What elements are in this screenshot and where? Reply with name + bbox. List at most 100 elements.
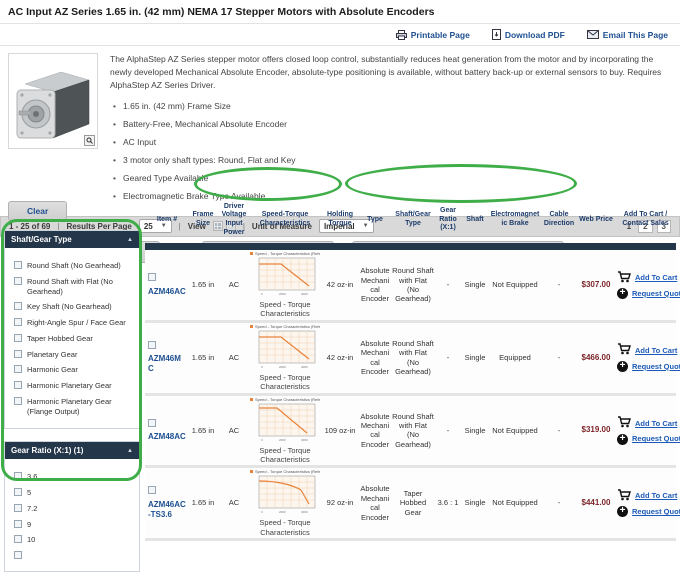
filter-option[interactable]: 5 bbox=[14, 488, 135, 498]
filter-option[interactable]: Right-Angle Spur / Face Gear bbox=[14, 318, 135, 328]
shaft-gear-type-value: Round Shaft with Flat (No Gearhead) bbox=[391, 338, 435, 378]
col-shaft-gear-type: Shaft/Gear Type bbox=[391, 210, 435, 230]
filter-header-shaft-gear-type[interactable]: Shaft/Gear Type ▲ bbox=[5, 231, 139, 248]
item-number-link[interactable]: AZM46AC bbox=[148, 287, 186, 297]
speed-torque-chart[interactable]: Speed - Torque Characteristics (Referenc… bbox=[250, 251, 320, 319]
plus-icon: + bbox=[617, 506, 628, 517]
col-item: Item # bbox=[145, 215, 187, 226]
image-zoom-icon[interactable] bbox=[84, 135, 95, 146]
chart-caption[interactable]: Speed - Torque Characteristics bbox=[250, 373, 320, 392]
filter-option[interactable]: 9 bbox=[14, 520, 135, 530]
add-to-cart-link[interactable]: Add To Cart bbox=[635, 273, 677, 282]
chart-caption[interactable]: Speed - Torque Characteristics bbox=[250, 518, 320, 537]
row-checkbox[interactable] bbox=[148, 341, 156, 349]
request-quote-link[interactable]: Request Quote bbox=[632, 289, 680, 298]
type-value: Absolute Mechanical Encoder bbox=[359, 411, 391, 451]
filter-option[interactable]: Taper Hobbed Gear bbox=[14, 334, 135, 344]
utility-links-bar: Printable Page Download PDF Email This P… bbox=[0, 23, 680, 46]
stepper-motor-illustration bbox=[9, 54, 97, 148]
web-price-value: $441.00 bbox=[577, 497, 615, 509]
speed-torque-chart[interactable]: Speed - Torque Characteristics (Referenc… bbox=[250, 469, 320, 537]
shaft-gear-type-value: Taper Hobbed Gear bbox=[391, 488, 435, 518]
checkbox[interactable] bbox=[14, 350, 22, 358]
checkbox[interactable] bbox=[14, 261, 22, 269]
speed-torque-chart[interactable]: Speed - Torque Characteristics (Referenc… bbox=[250, 397, 320, 465]
add-to-cart-link[interactable]: Add To Cart bbox=[635, 491, 677, 500]
checkbox[interactable] bbox=[14, 488, 22, 496]
product-overview: The AlphaStep AZ Series stepper motor of… bbox=[0, 46, 680, 213]
checkbox[interactable] bbox=[14, 334, 22, 342]
checkbox[interactable] bbox=[14, 381, 22, 389]
filter-option[interactable]: 7.2 bbox=[14, 504, 135, 514]
speed-torque-thumbnail: 020004000 bbox=[251, 474, 319, 516]
row-checkbox[interactable] bbox=[148, 273, 156, 281]
add-to-cart-link[interactable]: Add To Cart bbox=[635, 346, 677, 355]
checkbox[interactable] bbox=[14, 277, 22, 285]
web-price-value: $307.00 bbox=[577, 279, 615, 291]
legend-swatch bbox=[250, 325, 253, 328]
product-image[interactable] bbox=[8, 53, 98, 149]
item-number-link[interactable]: AZM48AC bbox=[148, 432, 186, 442]
request-quote-link[interactable]: Request Quote bbox=[632, 434, 680, 443]
cart-icon bbox=[617, 489, 631, 503]
cart-icon bbox=[617, 343, 631, 357]
svg-text:2000: 2000 bbox=[279, 365, 286, 369]
envelope-icon bbox=[587, 30, 599, 39]
checkbox[interactable] bbox=[14, 318, 22, 326]
chart-caption[interactable]: Speed - Torque Characteristics bbox=[250, 300, 320, 319]
speed-torque-chart[interactable]: Speed - Torque Characteristics (Referenc… bbox=[250, 324, 320, 392]
brake-value: Not Equipped bbox=[489, 279, 541, 290]
checkbox[interactable] bbox=[14, 551, 22, 559]
checkbox[interactable] bbox=[14, 535, 22, 543]
item-number-link[interactable]: AZM46AC-TS3.6 bbox=[148, 500, 186, 520]
shaft-value: Single bbox=[461, 352, 489, 363]
filter-header-gear-ratio[interactable]: Gear Ratio (X:1) (1) ▲ bbox=[5, 442, 139, 459]
filter-option[interactable]: Harmonic Planetary Gear bbox=[14, 381, 135, 391]
add-to-cart-link[interactable]: Add To Cart bbox=[635, 419, 677, 428]
email-page-link[interactable]: Email This Page bbox=[587, 29, 668, 40]
item-number-link[interactable]: AZM46MC bbox=[148, 354, 186, 374]
checkbox[interactable] bbox=[14, 302, 22, 310]
printable-page-link[interactable]: Printable Page bbox=[396, 29, 470, 40]
gear-ratio-value: - bbox=[435, 425, 461, 436]
filter-option[interactable]: Round Shaft with Flat (No Gearhead) bbox=[14, 277, 135, 297]
filter-option[interactable]: 10 bbox=[14, 535, 135, 545]
row-checkbox[interactable] bbox=[148, 486, 156, 494]
table-header-row: Item # Frame Size Driver Voltage Input P… bbox=[145, 197, 676, 243]
svg-text:4000: 4000 bbox=[301, 292, 308, 296]
filter-option[interactable]: Key Shaft (No Gearhead) bbox=[14, 302, 135, 312]
holding-torque-value: 42 oz-in bbox=[321, 352, 359, 363]
row-checkbox[interactable] bbox=[148, 419, 156, 427]
request-quote-link[interactable]: Request Quote bbox=[632, 507, 680, 516]
svg-text:0: 0 bbox=[261, 510, 263, 514]
plus-icon: + bbox=[617, 361, 628, 372]
col-frame-size: Frame Size bbox=[187, 210, 219, 230]
checkbox[interactable] bbox=[14, 472, 22, 480]
checkbox[interactable] bbox=[14, 397, 22, 405]
svg-text:4000: 4000 bbox=[301, 365, 308, 369]
filter-option[interactable]: 3.6 bbox=[14, 472, 135, 482]
shaft-value: Single bbox=[461, 279, 489, 290]
holding-torque-value: 109 oz-in bbox=[321, 425, 359, 436]
cable-direction-value: - bbox=[541, 425, 577, 436]
chevron-up-icon: ▲ bbox=[127, 448, 133, 454]
col-type: Type bbox=[359, 215, 391, 226]
chart-caption[interactable]: Speed - Torque Characteristics bbox=[250, 446, 320, 465]
filter-option[interactable]: Harmonic Gear bbox=[14, 365, 135, 375]
checkbox[interactable] bbox=[14, 365, 22, 373]
clear-filters-button[interactable]: Clear bbox=[8, 201, 67, 221]
svg-text:2000: 2000 bbox=[279, 292, 286, 296]
filter-option[interactable]: Harmonic Planetary Gear (Flange Output) bbox=[14, 397, 135, 417]
checkbox[interactable] bbox=[14, 520, 22, 528]
filter-option[interactable] bbox=[14, 551, 135, 559]
gear-ratio-value: - bbox=[435, 352, 461, 363]
request-quote-link[interactable]: Request Quote bbox=[632, 362, 680, 371]
filter-panel-shaft-gear-type: Shaft/Gear Type ▲ Round Shaft (No Gearhe… bbox=[4, 230, 140, 429]
cart-icon bbox=[617, 416, 631, 430]
svg-text:0: 0 bbox=[261, 365, 263, 369]
web-price-value: $319.00 bbox=[577, 424, 615, 436]
filter-option[interactable]: Round Shaft (No Gearhead) bbox=[14, 261, 135, 271]
filter-option[interactable]: Planetary Gear bbox=[14, 350, 135, 360]
checkbox[interactable] bbox=[14, 504, 22, 512]
download-pdf-link[interactable]: Download PDF bbox=[492, 29, 565, 40]
